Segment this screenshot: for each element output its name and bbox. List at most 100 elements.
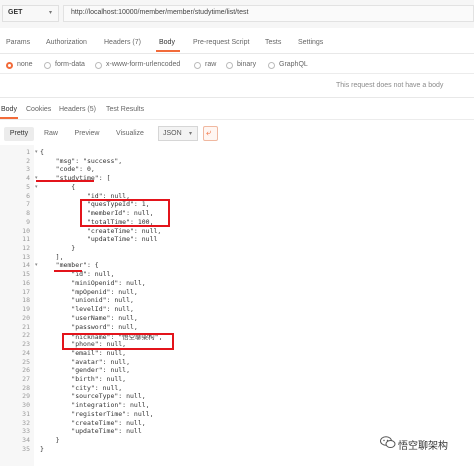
code-line: "miniOpenid": null, <box>40 278 146 287</box>
radio-urlencoded[interactable] <box>95 62 102 69</box>
code-line: "city": null, <box>40 383 123 392</box>
line-number: 3 <box>26 165 30 174</box>
fold-toggle-icon[interactable]: ▾ <box>35 149 38 155</box>
format-label: JSON <box>163 130 182 137</box>
code-line: "createTime": null, <box>40 226 162 235</box>
code-line: "createTime": null, <box>40 418 146 427</box>
no-body-message: This request does not have a body <box>336 82 444 89</box>
line-number: 26 <box>22 366 30 375</box>
line-number: 5 <box>26 182 30 191</box>
code-line: "levelId": null, <box>40 305 134 314</box>
code-line: "sourceType": null, <box>40 392 146 401</box>
code-line: "code": 0, <box>40 165 95 174</box>
line-number: 22 <box>22 331 30 340</box>
line-number: 11 <box>22 235 30 244</box>
tab-params[interactable]: Params <box>6 39 30 46</box>
code-line: "userName": null, <box>40 313 138 322</box>
line-number: 16 <box>22 278 30 287</box>
radio-binary[interactable] <box>226 62 233 69</box>
highlight-box-nickname <box>62 333 174 350</box>
view-preview-button[interactable]: Preview <box>70 127 104 141</box>
code-line: { <box>40 148 44 156</box>
fold-toggle-icon[interactable]: ▾ <box>35 262 38 268</box>
watermark-text: 悟空聊架构 <box>398 441 448 452</box>
method-label: GET <box>8 9 23 16</box>
response-tab-test-results[interactable]: Test Results <box>106 106 144 113</box>
radio-none-label: none <box>17 61 33 68</box>
code-line: ], <box>40 252 64 261</box>
highlight-underline-member <box>54 270 82 272</box>
line-number: 1 <box>26 148 30 156</box>
line-number: 4 <box>26 174 30 183</box>
line-number: 18 <box>22 296 30 305</box>
code-line: "avatar": null, <box>40 357 131 366</box>
line-number: 10 <box>22 226 30 235</box>
code-line: { <box>40 182 76 191</box>
code-line: "msg": "success", <box>40 156 123 165</box>
radio-form-data[interactable] <box>44 62 51 69</box>
line-number: 9 <box>26 217 30 226</box>
code-line: } <box>40 244 76 253</box>
line-number: 30 <box>22 401 30 410</box>
divider <box>0 97 474 98</box>
line-number: 6 <box>26 191 30 200</box>
fold-toggle-icon[interactable]: ▾ <box>35 184 38 190</box>
line-number: 13 <box>22 252 30 261</box>
active-tab-indicator <box>156 50 180 52</box>
wrap-lines-icon: ⤶ <box>206 127 212 137</box>
line-number: 2 <box>26 156 30 165</box>
code-line: "member": { <box>40 261 99 270</box>
divider <box>0 53 474 54</box>
wechat-icon <box>380 436 396 448</box>
radio-binary-label: binary <box>237 61 257 68</box>
response-tab-body[interactable]: Body <box>1 106 17 113</box>
response-tab-cookies[interactable]: Cookies <box>26 106 51 113</box>
line-number: 14 <box>22 261 30 270</box>
code-line: "password": null, <box>40 322 138 331</box>
tab-body[interactable]: Body <box>159 39 175 46</box>
highlight-box-fields <box>80 199 170 227</box>
divider <box>0 73 474 74</box>
line-number: 33 <box>22 427 30 436</box>
line-number: 23 <box>22 340 30 349</box>
tab-settings[interactable]: Settings <box>298 39 323 46</box>
radio-none[interactable] <box>6 62 13 69</box>
response-tab-headers[interactable]: Headers (5) <box>59 106 96 113</box>
line-number: 17 <box>22 287 30 296</box>
radio-form-data-label: form-data <box>55 61 85 68</box>
code-line: "updateTime": null <box>40 427 142 436</box>
view-pretty-button[interactable]: Pretty <box>4 127 34 141</box>
view-raw-button[interactable]: Raw <box>40 127 62 141</box>
tab-headers[interactable]: Headers (7) <box>104 39 141 46</box>
divider <box>0 119 474 120</box>
line-number: 7 <box>26 200 30 209</box>
code-line: "gender": null, <box>40 366 131 375</box>
tab-authorization[interactable]: Authorization <box>46 39 87 46</box>
radio-graphql-label: GraphQL <box>279 61 308 68</box>
url-text: http://localhost:10000/member/member/stu… <box>71 9 249 16</box>
line-number: 24 <box>22 348 30 357</box>
radio-raw[interactable] <box>194 62 201 69</box>
line-number: 32 <box>22 418 30 427</box>
view-visualize-button[interactable]: Visualize <box>112 127 148 141</box>
line-number: 27 <box>22 374 30 383</box>
code-line: } <box>40 436 60 445</box>
line-number: 31 <box>22 409 30 418</box>
line-number: 8 <box>26 209 30 218</box>
tab-pre-request-script[interactable]: Pre-request Script <box>193 39 249 46</box>
tab-tests[interactable]: Tests <box>265 39 281 46</box>
highlight-underline-studytime <box>36 180 94 182</box>
code-line: "unionid": null, <box>40 296 134 305</box>
code-line: "integration": null, <box>40 401 150 410</box>
line-number: 21 <box>22 322 30 331</box>
code-line: "registerTime": null, <box>40 409 154 418</box>
radio-graphql[interactable] <box>268 62 275 69</box>
line-number: 25 <box>22 357 30 366</box>
code-line: "mpOpenid": null, <box>40 287 138 296</box>
line-number: 20 <box>22 313 30 322</box>
line-number: 28 <box>22 383 30 392</box>
chevron-down-icon: ▾ <box>189 131 193 137</box>
line-number: 35 <box>22 444 30 453</box>
line-number: 12 <box>22 244 30 253</box>
line-number: 19 <box>22 305 30 314</box>
